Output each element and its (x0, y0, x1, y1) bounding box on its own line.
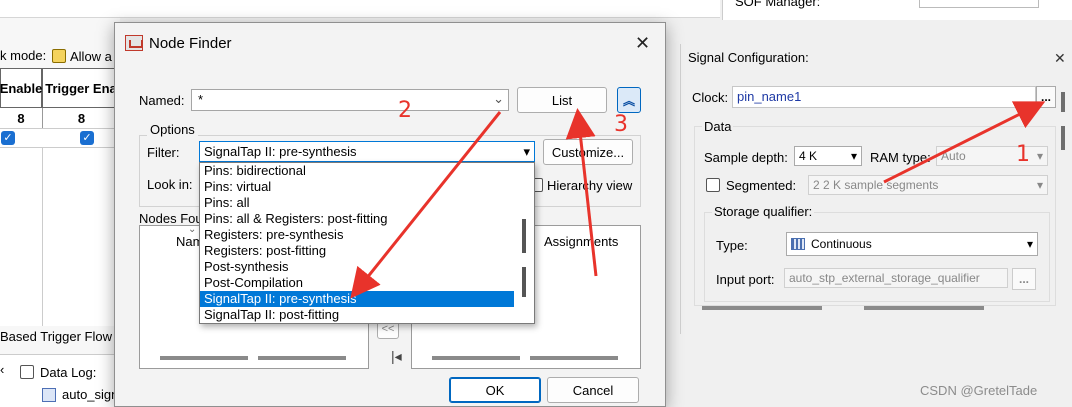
arrow-to-selected-filter (350, 111, 502, 299)
annotation-number-2: 2 (398, 98, 412, 123)
annotation-number-1: 1 (1016, 142, 1030, 167)
arrow-to-list-button (565, 108, 598, 277)
watermark: CSDN @GretelTade (920, 383, 1038, 398)
annotation-arrows (350, 101, 1046, 299)
annotation-number-3: 3 (614, 112, 628, 137)
